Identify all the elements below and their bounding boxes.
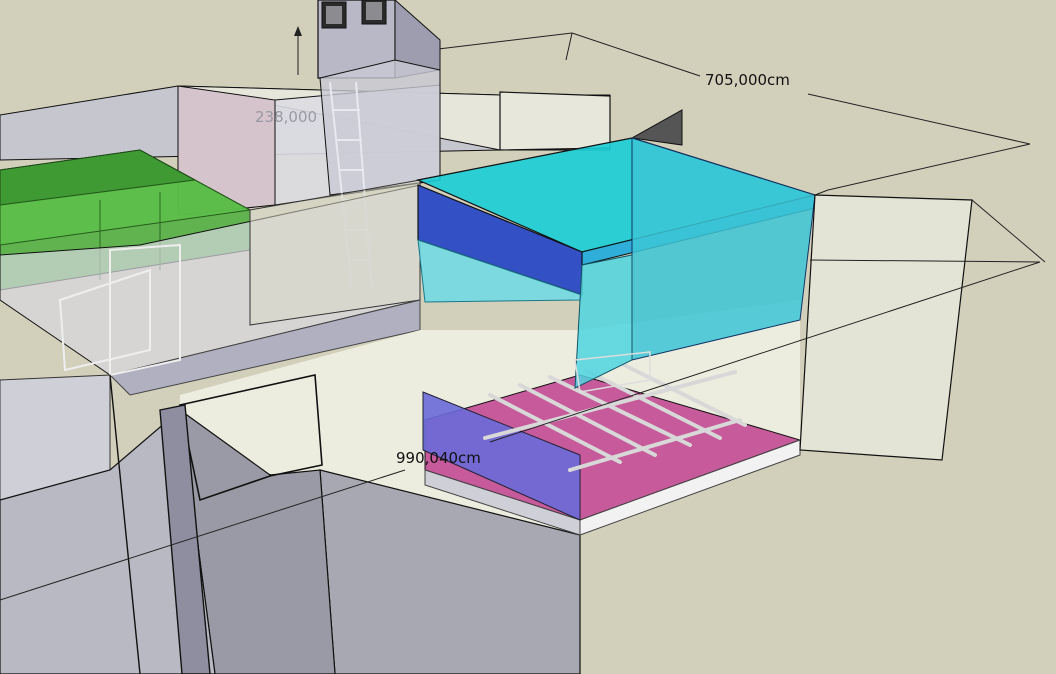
length-dimension-label: 990,040cm	[396, 449, 481, 467]
exhaust-duct	[317, 0, 441, 196]
height-dimension-label: 238,000	[255, 108, 317, 126]
modeling-viewport[interactable]: 238,000 705,000cm 990,040cm	[0, 0, 1056, 674]
height-dimension: 238,000	[255, 26, 317, 126]
booth-right-wall	[799, 189, 1046, 461]
model-canvas[interactable]: 238,000 705,000cm 990,040cm	[0, 0, 1056, 674]
width-dimension-label: 705,000cm	[705, 71, 790, 89]
